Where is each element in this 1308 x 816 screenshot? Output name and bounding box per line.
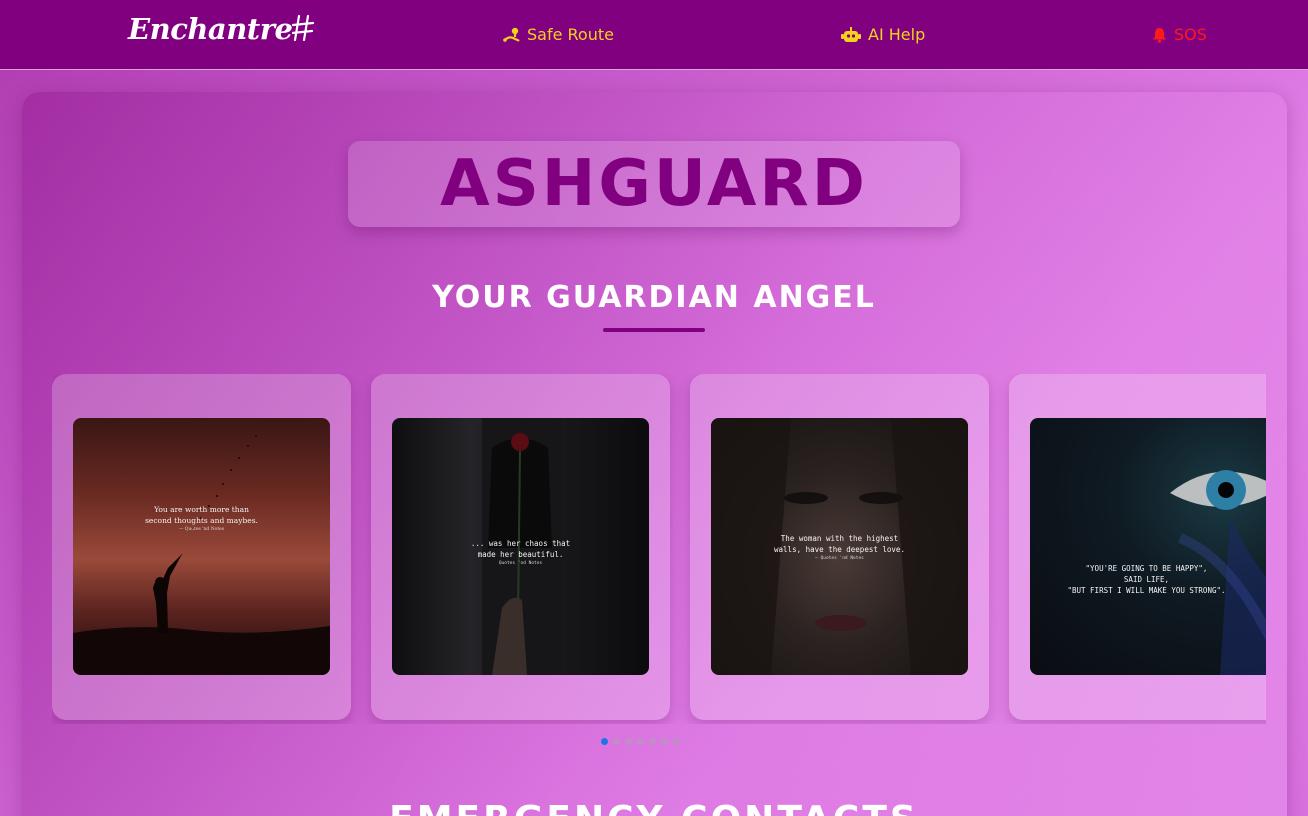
carousel-indicators: [601, 738, 680, 745]
carousel-dot[interactable]: [661, 738, 668, 745]
quote-image: ... was her chaos that made her beautifu…: [392, 418, 649, 675]
carousel-card[interactable]: "YOU'RE GOING TO BE HAPPY", SAID LIFE, "…: [1009, 374, 1266, 720]
page-tagline: YOUR GUARDIAN ANGEL: [432, 280, 876, 315]
emergency-contacts-heading: EMERGENCY CONTACTS: [0, 800, 1308, 816]
quote-carousel[interactable]: You are worth more than second thoughts …: [52, 374, 1266, 724]
brand-name: Enchantre: [128, 12, 293, 46]
carousel-dot[interactable]: [601, 738, 608, 745]
route-icon: [503, 27, 520, 43]
quote-text: The woman with the highest walls, have t…: [774, 534, 905, 561]
logo-banner: ASHGUARD: [348, 141, 960, 227]
eye-graphic: [1170, 470, 1266, 675]
quote-text: You are worth more than second thoughts …: [145, 505, 258, 532]
navbar: Enchantre Safe Route AI Help SOS: [0, 0, 1308, 70]
carousel-dot[interactable]: [637, 738, 644, 745]
nav-ai-help-link[interactable]: AI Help: [841, 25, 925, 44]
app-logo-text: ASHGUARD: [440, 147, 868, 221]
nav-safe-route-label: Safe Route: [527, 25, 614, 44]
quote-text: "YOU'RE GOING TO BE HAPPY", SAID LIFE, "…: [1067, 564, 1226, 595]
robot-icon: [841, 26, 861, 43]
brand-logo[interactable]: Enchantre: [128, 12, 315, 46]
carousel-card[interactable]: The woman with the highest walls, have t…: [690, 374, 989, 720]
brand-flourish: [292, 15, 315, 41]
quote-image: You are worth more than second thoughts …: [73, 418, 330, 675]
nav-ai-help-label: AI Help: [868, 25, 926, 44]
carousel-dot[interactable]: [649, 738, 656, 745]
nav-sos-link[interactable]: SOS: [1152, 25, 1207, 44]
carousel-card[interactable]: ... was her chaos that made her beautifu…: [371, 374, 670, 720]
bell-icon: [1152, 27, 1167, 43]
quote-text: ... was her chaos that made her beautifu…: [470, 539, 571, 566]
tagline-underline: [603, 328, 705, 332]
quote-image: "YOU'RE GOING TO BE HAPPY", SAID LIFE, "…: [1030, 418, 1266, 675]
carousel-dot[interactable]: [673, 738, 680, 745]
nav-safe-route-link[interactable]: Safe Route: [503, 25, 614, 44]
silhouette-graphic: [73, 435, 330, 675]
carousel-dot[interactable]: [613, 738, 620, 745]
quote-image: The woman with the highest walls, have t…: [711, 418, 968, 675]
nav-sos-label: SOS: [1174, 25, 1207, 44]
carousel-card[interactable]: You are worth more than second thoughts …: [52, 374, 351, 720]
carousel-dot[interactable]: [625, 738, 632, 745]
